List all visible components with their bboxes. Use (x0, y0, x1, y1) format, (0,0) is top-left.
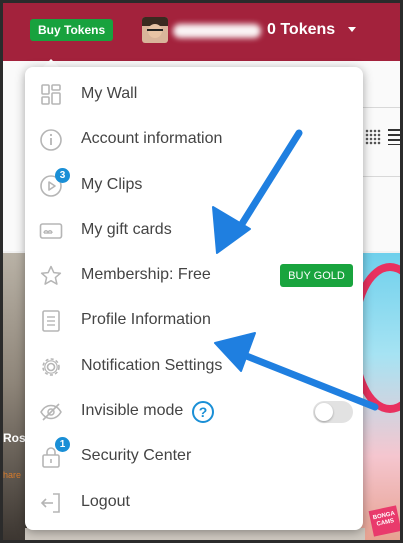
menu-item-label: Account information (81, 130, 223, 147)
toggle-knob (315, 403, 333, 421)
menu-item-my-clips[interactable]: 3 My Clips (25, 164, 363, 208)
document-icon (42, 310, 60, 332)
menu-item-label: Invisible mode (81, 402, 184, 419)
menu-item-label: Logout (81, 493, 130, 510)
menu-item-notification-settings[interactable]: Notification Settings (25, 345, 363, 389)
buy-tokens-button[interactable]: Buy Tokens (30, 19, 114, 41)
username-blurred (173, 24, 261, 38)
model-thumbnail-bottom[interactable] (25, 528, 365, 540)
menu-item-label: My gift cards (81, 221, 172, 238)
list-view-icon[interactable] (388, 129, 400, 145)
screenshot-frame: Buy Tokens 0 Tokens Ros hare BONGA CAMS (0, 0, 403, 543)
menu-item-label: My Wall (81, 85, 138, 102)
chevron-down-icon[interactable] (348, 27, 356, 32)
invisible-mode-toggle[interactable] (313, 401, 353, 423)
gear-icon (42, 358, 60, 376)
menu-item-account-information[interactable]: Account information (25, 118, 363, 162)
model-thumbnail-right[interactable] (360, 253, 400, 540)
decorative-ring (360, 263, 400, 413)
menu-item-security-center[interactable]: 1 Security Center (25, 435, 363, 479)
menu-item-profile-information[interactable]: Profile Information (25, 299, 363, 343)
wall-grid-icon (41, 84, 61, 105)
top-bar: Buy Tokens 0 Tokens (3, 3, 400, 61)
clips-count-badge: 3 (55, 168, 70, 183)
menu-item-logout[interactable]: Logout (25, 481, 363, 525)
thumbnail-caption: hare (3, 470, 22, 480)
buy-gold-button[interactable]: BUY GOLD (280, 264, 353, 287)
menu-item-label: Membership: Free (81, 266, 211, 283)
grid-view-icon[interactable] (365, 129, 381, 145)
help-icon[interactable]: ? (192, 401, 214, 423)
model-thumbnail-left[interactable]: Ros hare (3, 253, 27, 540)
menu-item-label: Security Center (81, 447, 192, 464)
menu-item-my-gift-cards[interactable]: My gift cards (25, 209, 363, 253)
info-icon (40, 129, 62, 151)
gift-card-icon (39, 223, 63, 239)
logout-icon (40, 493, 60, 513)
menu-item-label: Profile Information (81, 311, 211, 328)
menu-item-my-wall[interactable]: My Wall (25, 73, 363, 117)
thumbnail-name: Ros (3, 431, 26, 445)
divider (359, 107, 400, 108)
menu-item-label: My Clips (81, 176, 143, 193)
token-balance[interactable]: 0 Tokens (267, 21, 335, 39)
menu-pointer (43, 59, 59, 67)
security-alert-badge: 1 (55, 437, 70, 452)
eye-slash-icon (40, 403, 62, 421)
divider (359, 176, 400, 177)
avatar[interactable] (142, 17, 168, 43)
star-icon (40, 265, 62, 285)
account-dropdown-menu: My Wall Account information 3 My Clips M… (25, 67, 363, 530)
avatar-glasses (147, 29, 163, 33)
menu-item-label: Notification Settings (81, 357, 223, 374)
